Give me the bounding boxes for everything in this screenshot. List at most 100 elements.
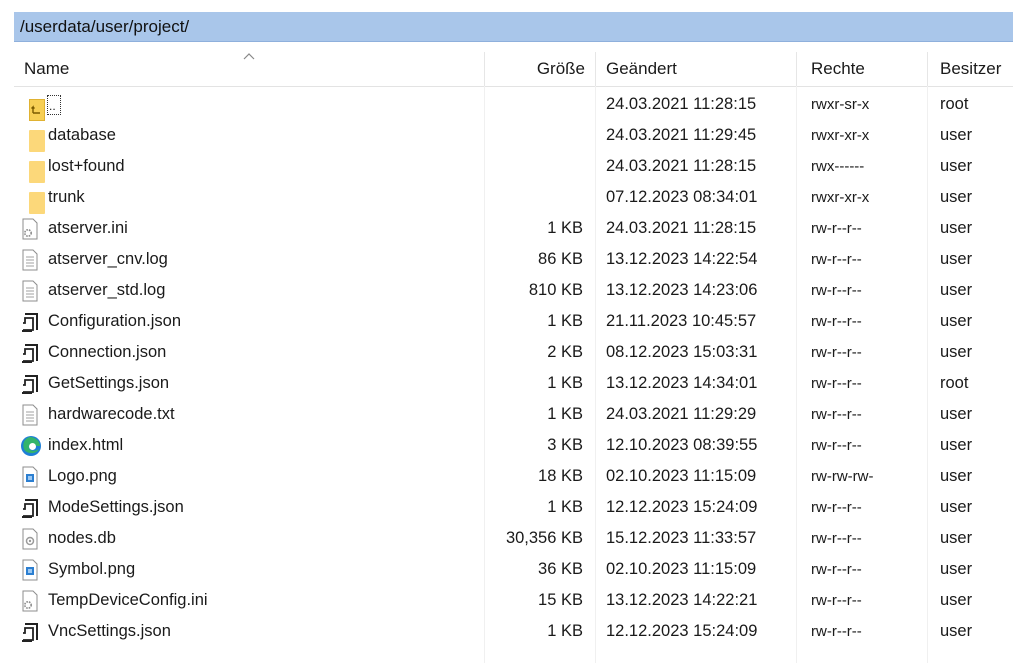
file-owner: user [940,281,973,299]
file-modified: 24.03.2021 11:28:15 [606,219,757,237]
file-rights: rw-r--r-- [811,251,862,268]
file-name: GetSettings.json [48,374,170,392]
file-modified: 08.12.2023 15:03:31 [606,343,758,361]
file-row[interactable]: Logo.png 18 KB 02.10.2023 11:15:09 rw-rw-rw… [14,461,1013,492]
file-row[interactable]: Configuration.json 1 KB 21.11.2023 10:45:5… [14,306,1013,337]
file-rights: rwx------ [811,158,865,175]
file-rights: rwxr-xr-x [811,127,870,144]
file-name: hardwarecode.txt [48,405,175,423]
database-file-icon [20,528,40,550]
file-owner: user [940,529,973,547]
text-file-icon [20,280,40,302]
file-owner: user [940,436,973,454]
parent-dir-icon [20,94,45,121]
file-size: 2 KB [547,343,583,361]
column-header-row: Name Größe Geändert Rechte Besitzer [14,50,1013,87]
file-name: .. [49,99,56,113]
folder-icon [20,156,45,183]
file-size: 15 KB [538,591,583,609]
file-name: index.html [48,436,124,454]
file-row[interactable]: atserver.ini 1 KB 24.03.2021 11:28:15 rw-r-… [14,213,1013,244]
file-owner: user [940,467,973,485]
file-row[interactable]: .. 24.03.2021 11:28:15 rwxr-sr-x root [14,89,1013,121]
file-modified: 12.12.2023 15:24:09 [606,622,758,640]
file-owner: user [940,157,973,175]
file-modified: 13.12.2023 14:23:06 [606,281,758,299]
file-row[interactable]: atserver_std.log 810 KB 13.12.2023 14:23:0… [14,275,1013,306]
settings-file-icon [20,590,40,612]
file-size: 1 KB [547,219,583,237]
file-name: TempDeviceConfig.ini [48,591,208,609]
file-modified: 02.10.2023 11:15:09 [606,467,757,485]
file-size: 30,356 KB [505,529,583,547]
column-header-owner[interactable]: Besitzer [928,50,1013,86]
file-rights: rw-r--r-- [811,561,862,578]
file-name: atserver.ini [48,219,128,237]
file-modified: 13.12.2023 14:22:21 [606,591,758,609]
file-modified: 12.12.2023 15:24:09 [606,498,758,516]
file-owner: user [940,560,973,578]
file-size: 1 KB [547,405,583,423]
file-row[interactable]: ModeSettings.json 1 KB 12.12.2023 15:24:09… [14,492,1013,523]
file-size: 3 KB [547,436,583,454]
file-owner: user [940,343,973,361]
file-modified: 24.03.2021 11:28:15 [606,95,757,113]
text-file-icon [20,404,40,426]
edge-browser-icon [20,435,41,456]
file-size: 1 KB [547,374,583,392]
file-modified: 02.10.2023 11:15:09 [606,560,757,578]
current-path-bar[interactable]: /userdata/user/project/ [14,12,1013,42]
file-row[interactable]: GetSettings.json 1 KB 13.12.2023 14:34:01 r… [14,368,1013,399]
file-size: 1 KB [547,622,583,640]
file-row[interactable]: VncSettings.json 1 KB 12.12.2023 15:24:09 r… [14,616,1013,647]
file-name: lost+found [48,157,125,175]
file-name: Symbol.png [48,560,136,578]
file-row[interactable]: index.html 3 KB 12.10.2023 08:39:55 rw-r--r… [14,430,1013,461]
file-row[interactable]: nodes.db 30,356 KB 15.12.2023 11:33:57 rw-r… [14,523,1013,554]
file-row[interactable]: trunk 07.12.2023 08:34:01 rwxr-xr-x user [14,182,1013,214]
file-row[interactable]: hardwarecode.txt 1 KB 24.03.2021 11:29:29 r… [14,399,1013,430]
file-name: Logo.png [48,467,117,485]
column-header-size[interactable]: Größe [485,50,595,86]
column-header-rights[interactable]: Rechte [797,50,927,86]
file-rights: rw-r--r-- [811,623,862,640]
file-owner: user [940,188,973,206]
file-rights: rw-r--r-- [811,530,862,547]
file-modified: 24.03.2021 11:28:15 [606,157,757,175]
file-row[interactable]: Symbol.png 36 KB 02.10.2023 11:15:09 rw-r--… [14,554,1013,585]
json-file-icon [20,342,40,363]
file-owner: user [940,591,973,609]
file-modified: 13.12.2023 14:22:54 [606,250,758,268]
file-rights: rw-r--r-- [811,220,862,237]
file-row[interactable]: Connection.json 2 KB 08.12.2023 15:03:31 rw… [14,337,1013,368]
file-rights: rw-r--r-- [811,282,862,299]
file-row[interactable]: lost+found 24.03.2021 11:28:15 rwx------ us… [14,151,1013,183]
file-row[interactable]: database 24.03.2021 11:29:45 rwxr-xr-x user [14,120,1013,152]
file-rights: rw-r--r-- [811,592,862,609]
file-rights: rw-r--r-- [811,344,862,361]
file-rights: rw-r--r-- [811,375,862,392]
file-rights: rw-r--r-- [811,499,862,516]
file-modified: 21.11.2023 10:45:57 [606,312,757,330]
file-modified: 07.12.2023 08:34:01 [606,188,758,206]
file-row[interactable]: atserver_cnv.log 86 KB 13.12.2023 14:22:54… [14,244,1013,275]
file-owner: user [940,312,973,330]
json-file-icon [20,373,40,394]
file-modified: 12.10.2023 08:39:55 [606,436,758,454]
file-rights: rw-r--r-- [811,313,862,330]
file-name: database [48,126,116,144]
file-owner: user [940,250,973,268]
json-file-icon [20,497,40,518]
column-header-modified[interactable]: Geändert [596,50,796,86]
image-file-icon [20,466,40,488]
file-name: Connection.json [48,343,167,361]
file-size: 810 KB [528,281,583,299]
file-owner: user [940,219,973,237]
file-modified: 13.12.2023 14:34:01 [606,374,758,392]
file-row[interactable]: TempDeviceConfig.ini 15 KB 13.12.2023 14:2… [14,585,1013,616]
folder-icon [20,125,45,152]
file-size: 1 KB [547,498,583,516]
file-rights: rw-rw-rw- [811,468,874,485]
file-size: 36 KB [538,560,583,578]
file-name: atserver_std.log [48,281,166,299]
